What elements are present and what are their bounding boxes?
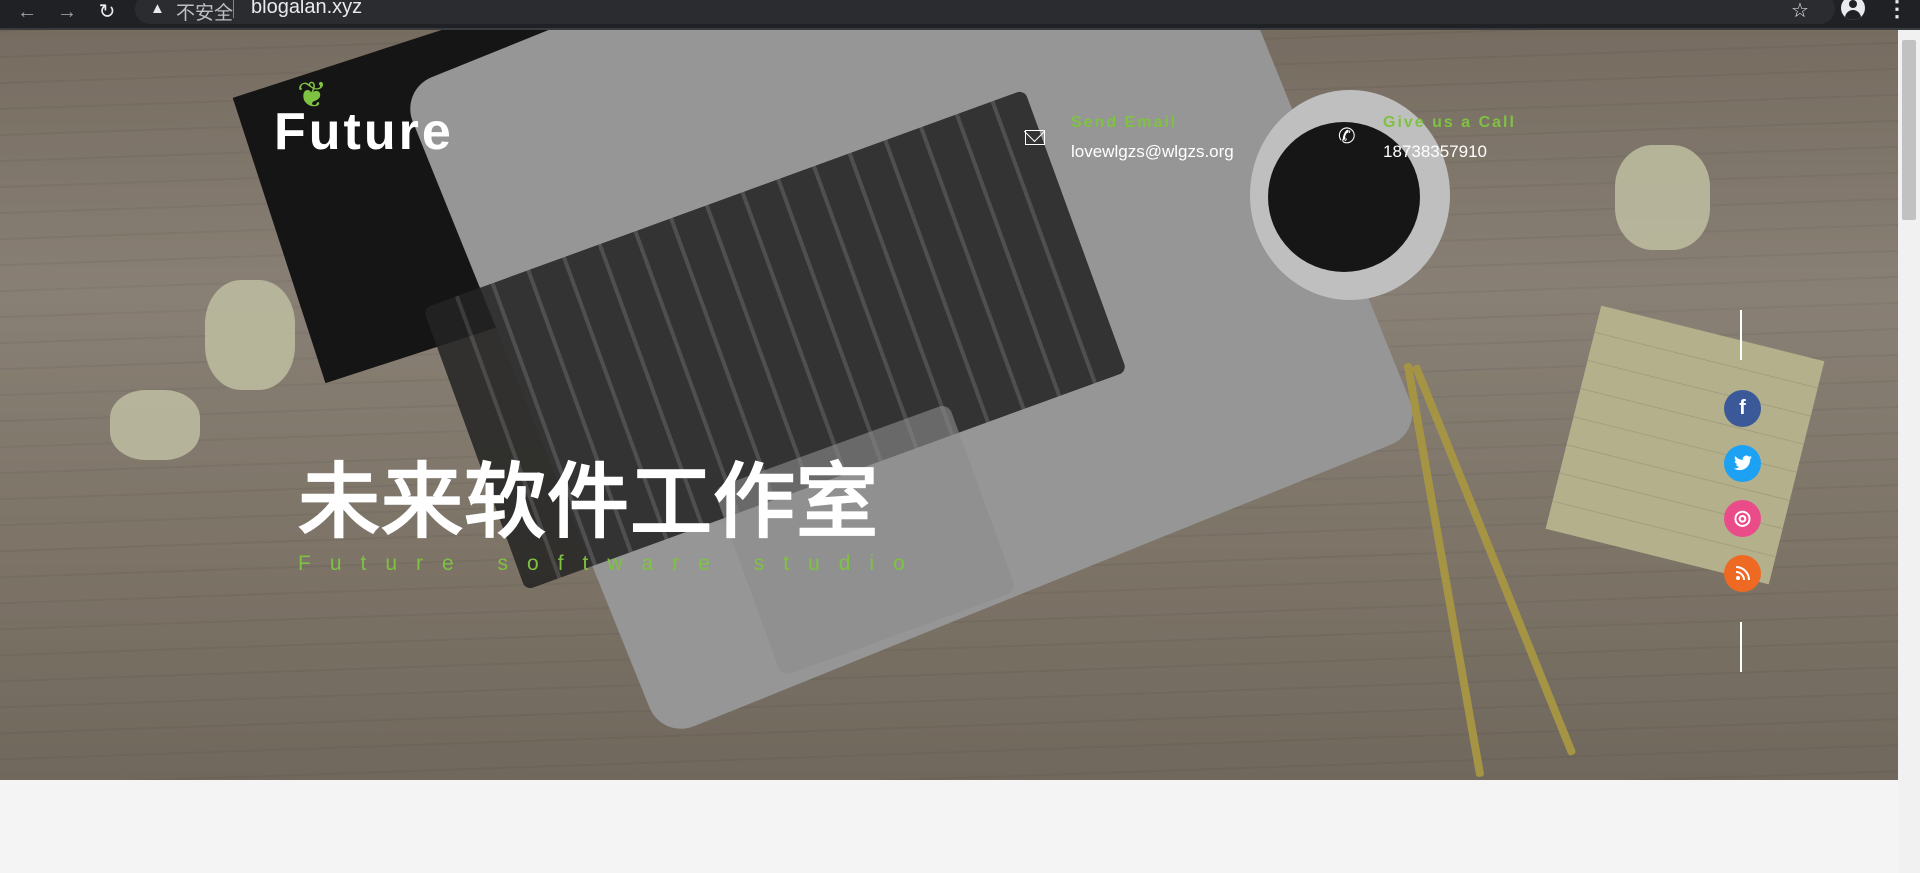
divider	[233, 0, 234, 18]
back-icon[interactable]: ←	[16, 2, 38, 24]
scrollbar-thumb[interactable]	[1902, 40, 1916, 220]
hero-banner: ❦ Future Send Email lovewlgzs@wlgzs.org …	[0, 30, 1898, 780]
profile-avatar-icon[interactable]	[1841, 0, 1865, 20]
social-divider-top	[1740, 310, 1742, 360]
hero-subtitle: Future software studio	[298, 552, 924, 575]
email-value[interactable]: lovewlgzs@wlgzs.org	[1071, 142, 1234, 162]
address-bar[interactable]	[135, 0, 1835, 24]
site-logo[interactable]: Future	[274, 102, 454, 162]
phone-value[interactable]: 18738357910	[1383, 142, 1487, 162]
phone-icon: ✆	[1338, 125, 1356, 148]
dribbble-icon[interactable]: ◎	[1724, 500, 1761, 537]
warning-icon[interactable]: ▲	[150, 0, 165, 17]
content-section	[0, 780, 1898, 873]
mail-icon	[1025, 130, 1045, 145]
more-vertical-icon[interactable]: ⋮	[1886, 0, 1908, 22]
social-divider-bottom	[1740, 622, 1742, 672]
hero-title: 未来软件工作室	[298, 457, 880, 548]
security-label[interactable]: 不安全	[176, 0, 233, 25]
email-label: Send Email	[1071, 114, 1178, 131]
twitter-icon[interactable]	[1724, 445, 1761, 482]
facebook-icon[interactable]: f	[1724, 390, 1761, 427]
star-icon[interactable]: ☆	[1791, 0, 1809, 23]
forward-icon[interactable]: →	[56, 2, 78, 24]
url-text[interactable]: blogalan.xyz	[251, 0, 362, 19]
rss-icon[interactable]	[1724, 555, 1761, 592]
reload-icon[interactable]: ↻	[96, 2, 118, 24]
browser-toolbar: ← → ↻ ▲ 不安全 blogalan.xyz ☆ ⋮	[0, 0, 1920, 30]
phone-label: Give us a Call	[1383, 114, 1516, 131]
